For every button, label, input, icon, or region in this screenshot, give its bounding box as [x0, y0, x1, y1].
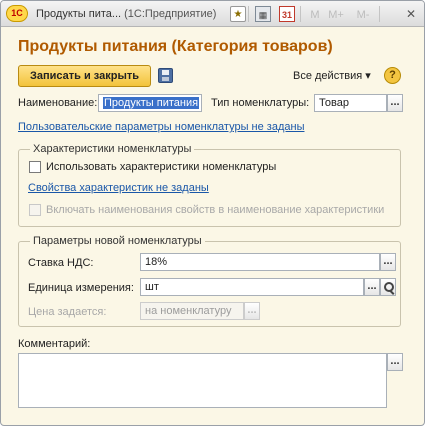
memory-plus-button[interactable]: M+ — [328, 7, 344, 23]
comment-edit-button[interactable]: ... — [387, 353, 403, 371]
favorite-star-icon[interactable]: ★ — [230, 6, 246, 22]
form-title: Продукты питания (Категория товаров) — [18, 38, 333, 55]
calendar-icon[interactable]: 31 — [279, 6, 295, 22]
name-label: Наименование: — [18, 97, 98, 109]
include-property-names-label: Включать наименования свойств в наименов… — [46, 204, 385, 216]
comment-textarea[interactable] — [18, 353, 387, 408]
custom-params-link[interactable]: Пользовательские параметры номенклатуры … — [18, 121, 304, 133]
memory-minus-button[interactable]: M- — [355, 7, 371, 23]
save-icon[interactable] — [158, 68, 173, 83]
form-window: 1С Продукты пита... (1С:Предприятие) ★ ▦… — [0, 0, 425, 426]
vat-label: Ставка НДС: — [28, 257, 94, 269]
type-label: Тип номенклатуры: — [211, 97, 310, 109]
price-select-button[interactable]: ... — [244, 302, 260, 320]
all-actions-menu[interactable]: Все действия ▾ — [293, 69, 371, 82]
vat-field[interactable]: 18% — [140, 253, 380, 271]
type-select-button[interactable]: ... — [387, 94, 403, 112]
help-icon[interactable]: ? — [384, 67, 401, 84]
characteristics-group-title: Характеристики номенклатуры — [30, 143, 195, 155]
close-icon[interactable]: ✕ — [403, 6, 419, 22]
unit-label: Единица измерения: — [28, 282, 134, 294]
use-characteristics-checkbox[interactable] — [29, 161, 41, 173]
1c-logo-icon[interactable]: 1С — [6, 5, 28, 22]
search-icon[interactable] — [380, 278, 396, 296]
comment-label: Комментарий: — [18, 338, 91, 350]
price-field[interactable]: на номенклатуру — [140, 302, 244, 320]
calculator-icon[interactable]: ▦ — [255, 6, 271, 22]
price-label: Цена задается: — [28, 306, 107, 318]
new-item-params-group-title: Параметры новой номенклатуры — [30, 235, 205, 247]
toolbar-separator — [300, 6, 301, 22]
unit-select-button[interactable]: ... — [364, 278, 380, 296]
window-subtitle: (1С:Предприятие) — [124, 8, 217, 20]
type-field[interactable]: Товар — [314, 94, 387, 112]
use-characteristics-label[interactable]: Использовать характеристики номенклатуры — [46, 161, 276, 173]
toolbar-separator — [379, 6, 380, 22]
title-bar: 1С Продукты пита... (1С:Предприятие) ★ ▦… — [1, 1, 424, 27]
name-field[interactable]: Продукты питания — [98, 94, 202, 112]
toolbar-separator — [248, 6, 249, 22]
window-title: Продукты пита... (1С:Предприятие) — [36, 8, 216, 20]
include-property-names-checkbox[interactable] — [29, 204, 41, 216]
characteristic-properties-link[interactable]: Свойства характеристик не заданы — [28, 182, 209, 194]
name-field-value: Продукты питания — [103, 97, 200, 109]
save-and-close-button[interactable]: Записать и закрыть — [18, 65, 151, 87]
memory-m-button[interactable]: M — [307, 7, 323, 23]
vat-select-button[interactable]: ... — [380, 253, 396, 271]
window-title-text: Продукты пита... — [36, 8, 122, 20]
unit-field[interactable]: шт — [140, 278, 364, 296]
